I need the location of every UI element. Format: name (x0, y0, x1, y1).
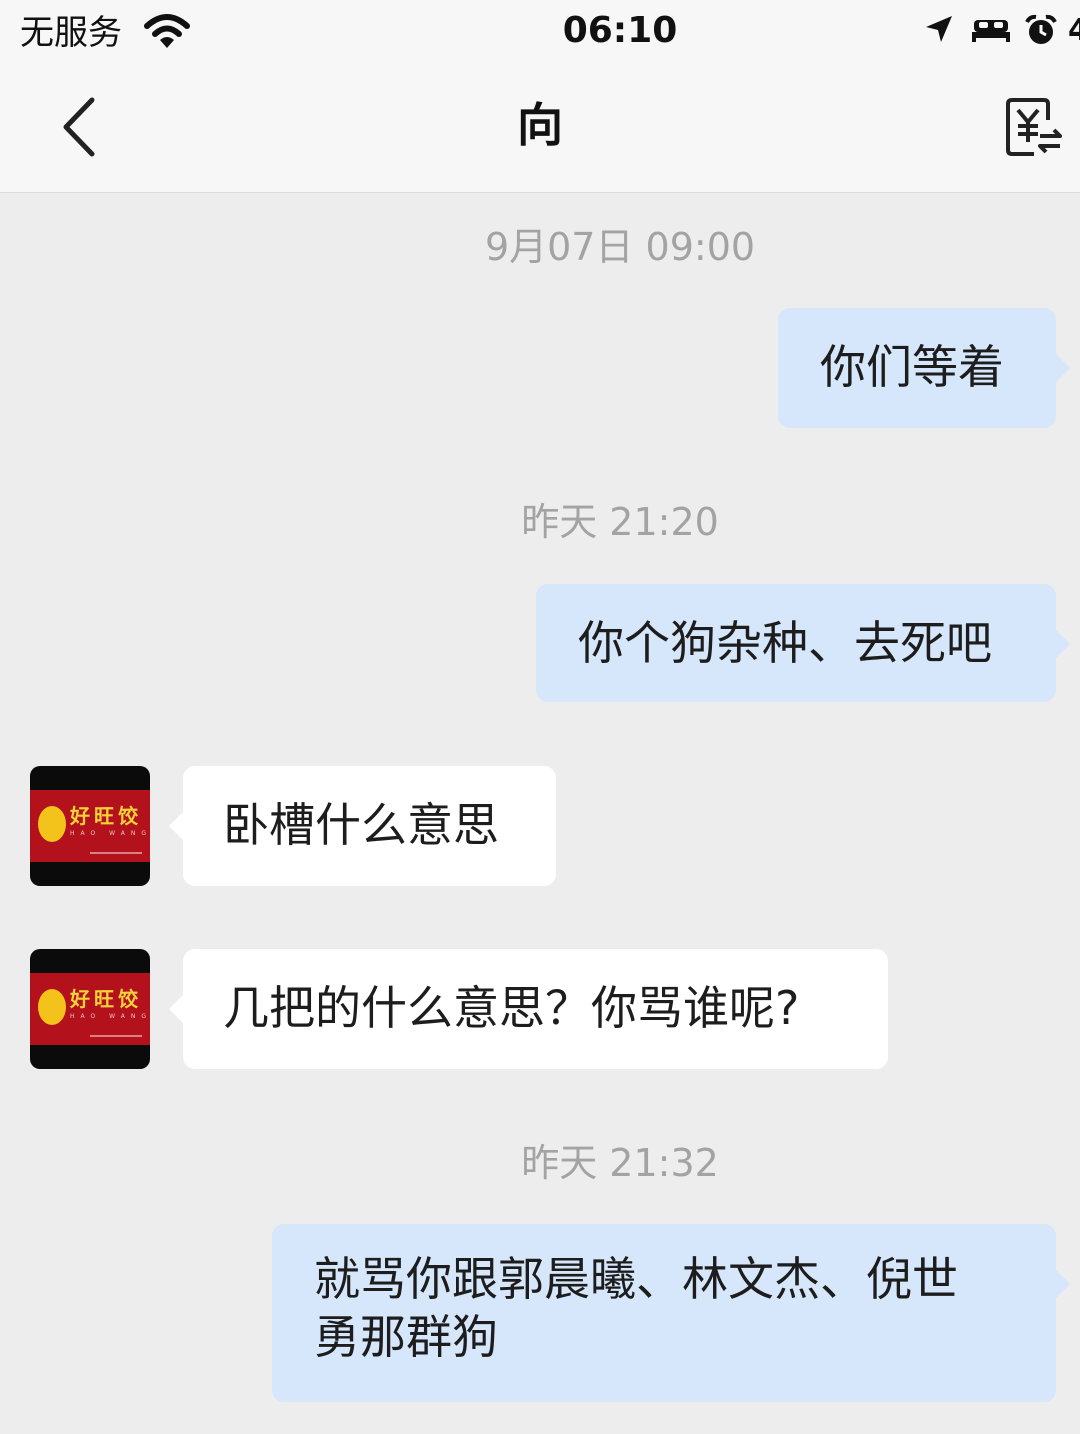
status-time: 06:10 (562, 10, 678, 51)
contact-avatar[interactable]: 好旺饺 HAO WANG JIAO (30, 949, 150, 1069)
outgoing-message[interactable]: 你们等着 (778, 308, 1070, 428)
avatar-logo-subtext: HAO WANG JIAO (70, 830, 150, 837)
location-arrow-icon (926, 16, 952, 42)
message-text: 你们等着 (820, 340, 1004, 394)
alarm-clock-icon (1025, 14, 1057, 44)
avatar-divider (90, 852, 142, 854)
incoming-message[interactable]: 卧槽什么意思 (169, 766, 556, 886)
chevron-left-icon[interactable] (56, 96, 104, 158)
yuan-transfer-icon[interactable] (1004, 96, 1064, 158)
timestamp: 昨天 21:20 (521, 500, 719, 544)
mascot-icon (38, 806, 66, 842)
bed-icon (972, 20, 1010, 42)
avatar-logo-text: 好旺饺 (70, 804, 142, 828)
battery-edge: 4 (1068, 16, 1080, 46)
message-text-line-2: 勇那群狗 (314, 1310, 498, 1364)
avatar-divider (90, 1035, 142, 1037)
status-bar: 无服务 06:10 4 (0, 0, 1080, 70)
incoming-message[interactable]: 几把的什么意思？你骂谁呢? (169, 949, 888, 1069)
mascot-icon (38, 989, 66, 1025)
message-text: 卧槽什么意思 (223, 798, 499, 852)
chat-title: 向 (517, 98, 563, 152)
message-text-line-1: 就骂你跟郭晨曦、林文杰、倪世 (314, 1252, 958, 1306)
outgoing-message[interactable]: 你个狗杂种、去死吧 (536, 584, 1070, 702)
message-text: 几把的什么意思？你骂谁呢? (223, 981, 800, 1035)
message-text: 你个狗杂种、去死吧 (578, 616, 992, 670)
avatar-logo-subtext: HAO WANG JIAO (70, 1013, 150, 1020)
timestamp: 昨天 21:32 (521, 1141, 719, 1185)
avatar-logo-text: 好旺饺 (70, 987, 142, 1011)
contact-avatar[interactable]: 好旺饺 HAO WANG JIAO (30, 766, 150, 886)
nav-bar: 向 (0, 70, 1080, 193)
outgoing-message[interactable]: 就骂你跟郭晨曦、林文杰、倪世 勇那群狗 (272, 1224, 1070, 1402)
chat-screen: 无服务 06:10 4 向 9月07日 09:00 你们等着 昨天 21:20 … (0, 0, 1080, 1434)
timestamp: 9月07日 09:00 (484, 225, 756, 269)
